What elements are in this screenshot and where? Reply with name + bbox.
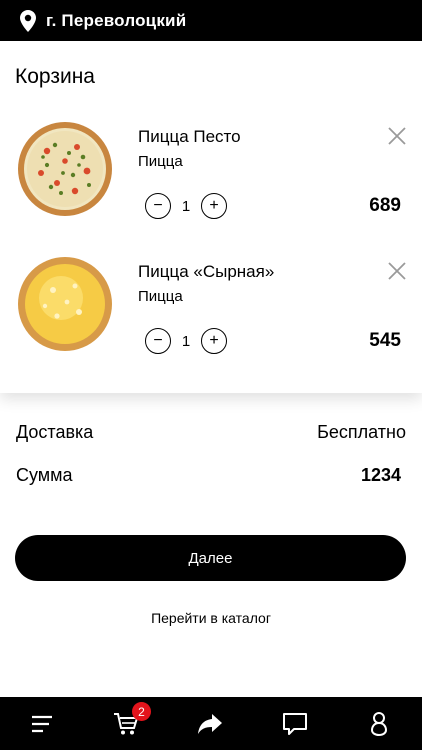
- increase-quantity-button[interactable]: +: [201, 328, 227, 354]
- item-name: Пицца Песто: [138, 127, 241, 146]
- page-title: Корзина: [15, 65, 95, 88]
- remove-item-icon[interactable]: [388, 262, 406, 280]
- quantity-stepper: − 1 +: [145, 193, 227, 219]
- item-price: 689: [369, 195, 401, 216]
- quantity-value: 1: [181, 332, 191, 350]
- menu-icon[interactable]: [29, 711, 55, 737]
- chat-icon[interactable]: [282, 711, 308, 737]
- decrease-quantity-button[interactable]: −: [145, 328, 171, 354]
- increase-quantity-button[interactable]: +: [201, 193, 227, 219]
- remove-item-icon[interactable]: [388, 127, 406, 145]
- share-icon[interactable]: [197, 711, 223, 737]
- total-label: Сумма: [16, 465, 73, 485]
- city-name: г. Переволоцкий: [46, 10, 187, 30]
- go-to-catalog-link[interactable]: Перейти в каталог: [0, 610, 422, 626]
- item-name: Пицца «Сырная»: [138, 262, 275, 281]
- cart-item: Пицца «Сырная» Пицца − 1 + 545: [0, 256, 422, 376]
- quantity-value: 1: [181, 197, 191, 215]
- cheese-pizza-image: [18, 257, 112, 351]
- profile-icon[interactable]: [366, 711, 392, 737]
- item-price: 545: [369, 330, 401, 351]
- location-bar[interactable]: г. Переволоцкий: [0, 0, 422, 41]
- delivery-label: Доставка: [16, 422, 94, 442]
- cart-panel: Корзина Пицца Песто Пицца − 1 + 689 Пицц…: [0, 41, 422, 393]
- delivery-row: Доставка Бесплатно: [16, 422, 406, 443]
- delivery-value: Бесплатно: [317, 422, 406, 442]
- item-category: Пицца: [138, 288, 183, 305]
- quantity-stepper: − 1 +: [145, 328, 227, 354]
- cart-item: Пицца Песто Пицца − 1 + 689: [0, 121, 422, 241]
- item-category: Пицца: [138, 153, 183, 170]
- total-value: 1234: [360, 465, 401, 485]
- cart-count-badge: 2: [132, 702, 151, 721]
- decrease-quantity-button[interactable]: −: [145, 193, 171, 219]
- next-button[interactable]: Далее: [15, 535, 406, 581]
- total-row: Сумма 1234: [16, 465, 406, 486]
- pesto-pizza-image: [18, 122, 112, 216]
- bottom-tab-bar: 2: [0, 697, 422, 750]
- location-pin-icon: [20, 9, 36, 32]
